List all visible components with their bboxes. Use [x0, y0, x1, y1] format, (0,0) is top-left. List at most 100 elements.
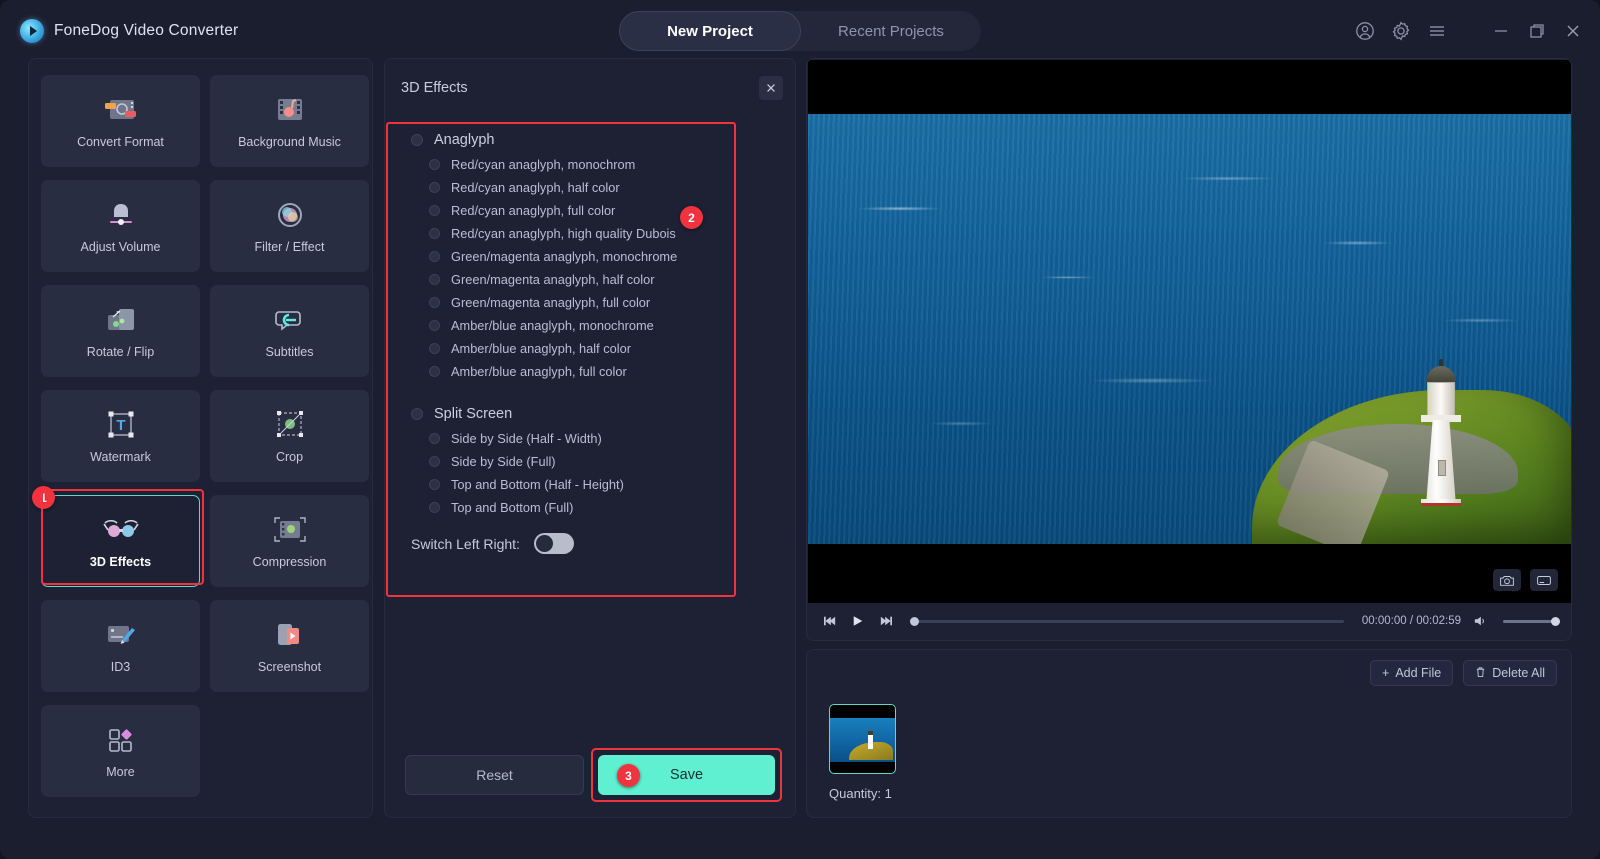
time-display: 00:00:00 / 00:02:59 [1361, 615, 1461, 627]
seek-bar[interactable] [910, 616, 1344, 626]
radio-icon[interactable] [429, 182, 440, 193]
option-red-cyan-half-color[interactable]: Red/cyan anaglyph, half color [403, 176, 777, 199]
watermark-icon: T [105, 408, 137, 442]
tile-convert-format[interactable]: Convert Format [41, 75, 200, 167]
delete-all-button[interactable]: Delete All [1463, 660, 1557, 686]
radio-icon[interactable] [429, 366, 440, 377]
account-icon[interactable] [1354, 20, 1376, 42]
panel-close-icon[interactable] [759, 76, 783, 100]
option-green-magenta-half-color[interactable]: Green/magenta anaglyph, half color [403, 268, 777, 291]
lighthouse [1418, 359, 1464, 506]
video-stage[interactable] [808, 60, 1571, 603]
tile-label: ID3 [110, 660, 131, 674]
minimize-icon[interactable] [1490, 20, 1512, 42]
tile-label: Subtitles [265, 345, 314, 359]
radio-icon[interactable] [429, 159, 440, 170]
tile-filter-effect[interactable]: Filter / Effect [210, 180, 369, 272]
volume-slider[interactable] [1503, 616, 1560, 626]
option-top-bottom-full[interactable]: Top and Bottom (Full) [403, 496, 777, 519]
svg-text:T: T [116, 417, 125, 434]
tile-compression[interactable]: Compression [210, 495, 369, 587]
radio-icon[interactable] [429, 297, 440, 308]
tile-label: Watermark [90, 450, 151, 464]
radio-icon[interactable] [429, 228, 440, 239]
option-label: Amber/blue anaglyph, half color [451, 341, 631, 356]
delete-all-label: Delete All [1492, 666, 1545, 680]
filter-effect-icon [274, 198, 306, 232]
option-side-by-side-half-width[interactable]: Side by Side (Half - Width) [403, 427, 777, 450]
camera-icon[interactable] [1493, 569, 1521, 591]
tile-screenshot[interactable]: Screenshot [210, 600, 369, 692]
settings-gear-icon[interactable] [1390, 20, 1412, 42]
option-side-by-side-full[interactable]: Side by Side (Full) [403, 450, 777, 473]
file-list-actions: + Add File Delete All [1370, 660, 1557, 686]
add-file-label: Add File [1395, 666, 1442, 680]
option-red-cyan-monochrom[interactable]: Red/cyan anaglyph, monochrom [403, 153, 777, 176]
tile-label: Adjust Volume [80, 240, 161, 254]
radio-split-screen[interactable] [411, 408, 423, 420]
option-amber-blue-full-color[interactable]: Amber/blue anaglyph, full color [403, 360, 777, 383]
adjust-volume-icon [104, 198, 138, 232]
annotation-badge-1: 1 [32, 486, 55, 509]
video-thumbnail[interactable] [829, 704, 896, 774]
subtitles-icon [273, 303, 307, 337]
radio-anaglyph[interactable] [411, 134, 423, 146]
option-label: Side by Side (Half - Width) [451, 431, 602, 446]
more-grid-icon [104, 723, 138, 757]
option-label: Red/cyan anaglyph, high quality Dubois [451, 226, 676, 241]
gif-capture-icon[interactable] [1530, 569, 1558, 591]
radio-icon[interactable] [429, 274, 440, 285]
tile-label: Rotate / Flip [86, 345, 155, 359]
tile-id3[interactable]: ID3 [41, 600, 200, 692]
group-label: Anaglyph [434, 132, 495, 148]
tile-label: Convert Format [77, 135, 164, 149]
volume-icon[interactable] [1471, 612, 1489, 630]
tab-new-project[interactable]: New Project [619, 11, 801, 51]
tab-recent-projects[interactable]: Recent Projects [801, 11, 981, 51]
tile-background-music[interactable]: Background Music [210, 75, 369, 167]
tile-subtitles[interactable]: Subtitles [210, 285, 369, 377]
option-label: Amber/blue anaglyph, monochrome [451, 318, 654, 333]
option-amber-blue-monochrome[interactable]: Amber/blue anaglyph, monochrome [403, 314, 777, 337]
tile-crop[interactable]: Crop [210, 390, 369, 482]
player-controls: 00:00:00 / 00:02:59 [807, 602, 1571, 640]
switch-left-right-toggle[interactable] [533, 533, 574, 554]
tile-adjust-volume[interactable]: Adjust Volume [41, 180, 200, 272]
skip-previous-icon[interactable] [821, 612, 839, 630]
radio-icon[interactable] [429, 320, 440, 331]
letterbox-top [808, 60, 1571, 114]
radio-icon[interactable] [429, 502, 440, 513]
tile-3d-effects[interactable]: 1 3D Effects [32, 486, 200, 587]
radio-icon[interactable] [429, 433, 440, 444]
option-green-magenta-monochrome[interactable]: Green/magenta anaglyph, monochrome [403, 245, 777, 268]
radio-icon[interactable] [429, 205, 440, 216]
radio-icon[interactable] [429, 343, 440, 354]
annotation-badge-3: 3 [617, 764, 640, 787]
maximize-icon[interactable] [1526, 20, 1548, 42]
group-split-screen[interactable]: Split Screen [403, 401, 777, 427]
option-green-magenta-full-color[interactable]: Green/magenta anaglyph, full color [403, 291, 777, 314]
menu-hamburger-icon[interactable] [1426, 20, 1448, 42]
effects-panel: 3D Effects Anaglyph Red/cyan anaglyph, m… [384, 58, 796, 818]
reset-button[interactable]: Reset [405, 755, 584, 795]
tile-label: Screenshot [257, 660, 322, 674]
brand: FoneDog Video Converter [20, 19, 238, 43]
add-file-button[interactable]: + Add File [1370, 660, 1454, 686]
radio-icon[interactable] [429, 456, 440, 467]
option-red-cyan-dubois[interactable]: Red/cyan anaglyph, high quality Dubois [403, 222, 777, 245]
radio-icon[interactable] [429, 251, 440, 262]
option-red-cyan-full-color[interactable]: Red/cyan anaglyph, full color [403, 199, 777, 222]
skip-next-icon[interactable] [877, 612, 895, 630]
tile-rotate-flip[interactable]: Rotate / Flip [41, 285, 200, 377]
tile-watermark[interactable]: T Watermark [41, 390, 200, 482]
tile-label: More [106, 765, 135, 779]
close-icon[interactable] [1562, 20, 1584, 42]
group-anaglyph[interactable]: Anaglyph [403, 127, 777, 153]
play-icon[interactable] [849, 612, 867, 630]
option-top-bottom-half-height[interactable]: Top and Bottom (Half - Height) [403, 473, 777, 496]
video-frame [808, 114, 1571, 544]
radio-icon[interactable] [429, 479, 440, 490]
stage-tools [1493, 569, 1558, 591]
option-amber-blue-half-color[interactable]: Amber/blue anaglyph, half color [403, 337, 777, 360]
tile-more[interactable]: More [41, 705, 200, 797]
